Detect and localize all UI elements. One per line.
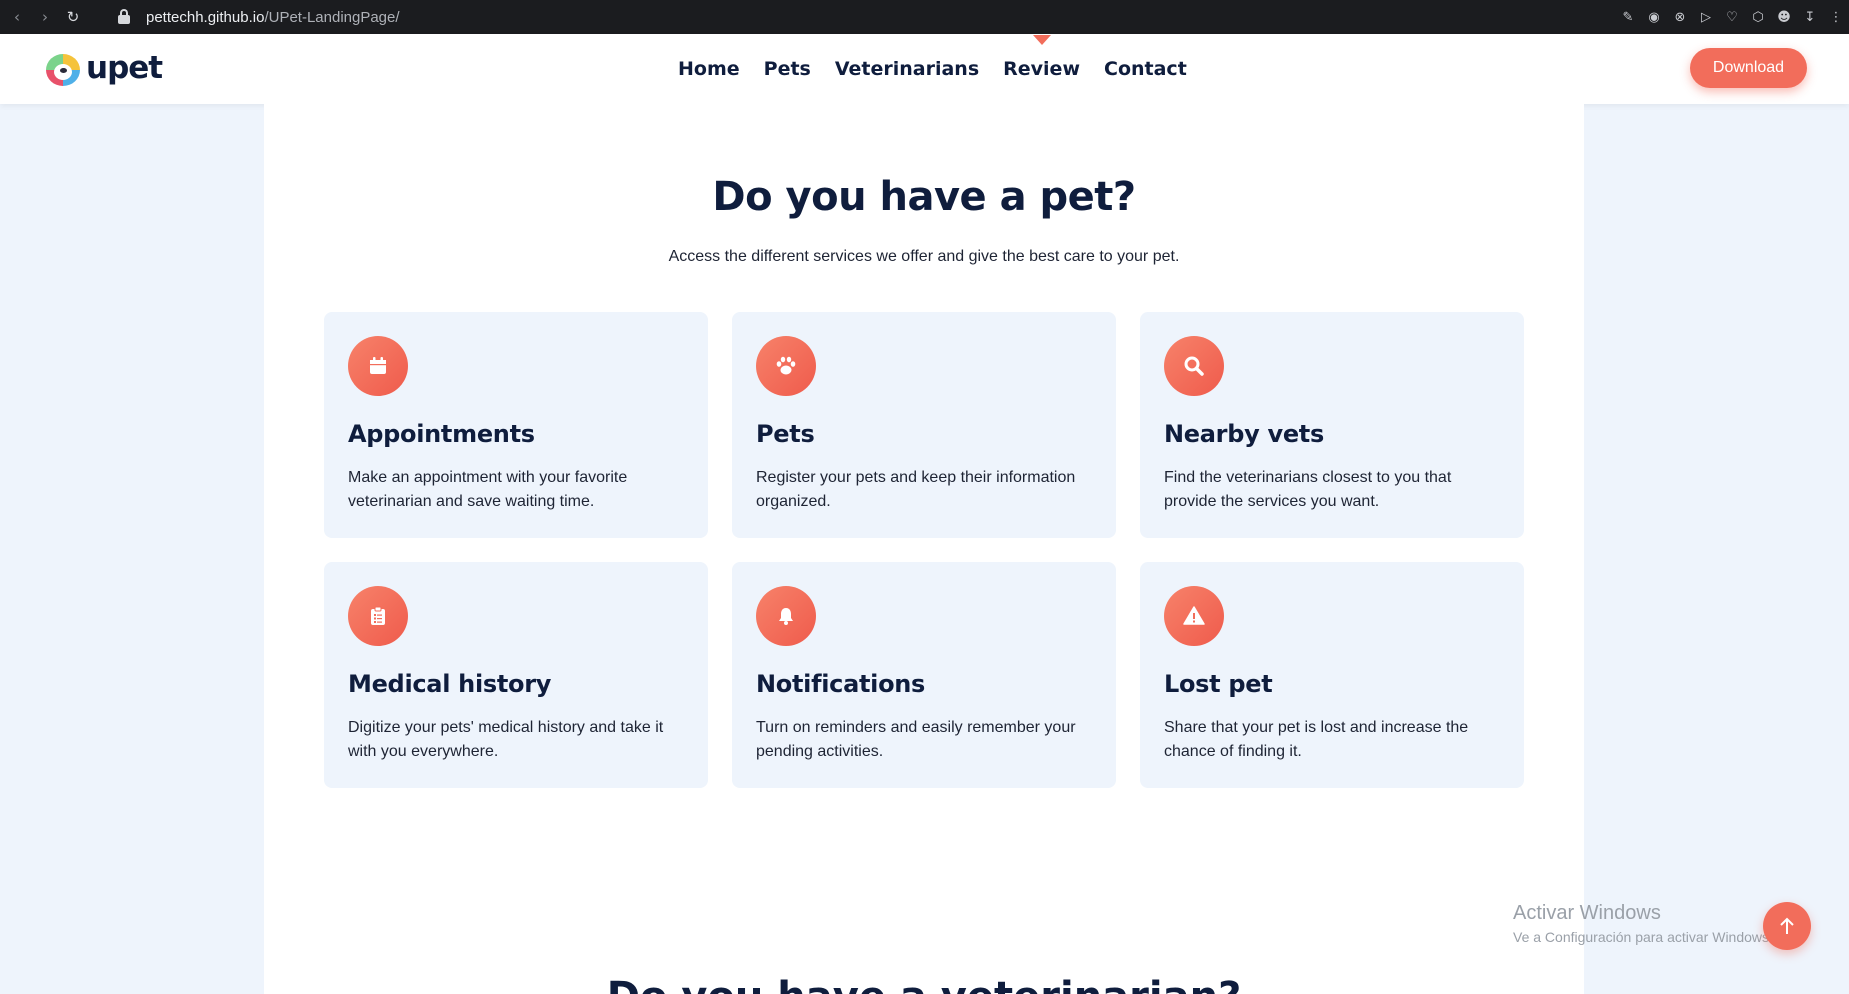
camera-icon[interactable]: ◉ — [1647, 10, 1661, 25]
url-host: pettechh.github.io — [146, 8, 265, 26]
service-card-nearby-vets[interactable]: Nearby vets Find the veterinarians close… — [1140, 312, 1524, 538]
menu-icon[interactable]: ⋮ — [1829, 10, 1843, 25]
card-title: Appointments — [348, 420, 535, 448]
heart-icon[interactable]: ♡ — [1725, 10, 1739, 25]
section-title: Do you have a pet? — [712, 174, 1136, 220]
reload-icon[interactable]: ↻ — [62, 6, 84, 28]
watermark-subtitle: Ve a Configuración para activar Windows. — [1513, 929, 1773, 945]
site-header: upet Home Pets Veterinarians Review Cont… — [0, 34, 1849, 104]
card-text: Make an appointment with your favorite v… — [348, 469, 628, 510]
bell-icon — [756, 586, 816, 646]
calendar-icon — [348, 336, 408, 396]
address-bar[interactable]: pettechh.github.io/UPet-LandingPage/ — [146, 9, 400, 26]
services-section: Do you have a pet? Access the different … — [264, 104, 1584, 994]
nav-contact[interactable]: Contact — [1104, 58, 1187, 80]
lock-icon[interactable] — [118, 9, 130, 25]
nav-home[interactable]: Home — [678, 58, 740, 80]
card-title: Nearby vets — [1164, 420, 1324, 448]
dog-logo-icon — [42, 48, 84, 88]
nav-veterinarians[interactable]: Veterinarians — [835, 58, 979, 80]
browser-toolbar: ‹ › ↻ pettechh.github.io/UPet-LandingPag… — [0, 0, 1849, 34]
scroll-top-button[interactable] — [1763, 902, 1811, 950]
close-circle-icon[interactable]: ⊗ — [1673, 10, 1687, 25]
browser-extension-icons: ✎ ◉ ⊗ ▷ ♡ ⬡ ☻ ↧ ⋮ — [1621, 0, 1843, 34]
nav-pets[interactable]: Pets — [764, 58, 811, 80]
card-text: Share that your pet is lost and increase… — [1164, 719, 1469, 760]
back-icon[interactable]: ‹ — [6, 6, 28, 28]
search-icon — [1164, 336, 1224, 396]
card-text: Register your pets and keep their inform… — [756, 469, 1076, 510]
card-text: Turn on reminders and easily remember yo… — [756, 719, 1076, 760]
card-title: Medical history — [348, 670, 552, 698]
watermark-title: Activar Windows — [1513, 902, 1661, 924]
clipboard-icon — [348, 586, 408, 646]
cube-icon[interactable]: ⬡ — [1751, 10, 1765, 25]
service-card-lost-pet[interactable]: Lost pet Share that your pet is lost and… — [1140, 562, 1524, 788]
section-subtitle: Access the different services we offer a… — [668, 248, 1180, 265]
card-title: Pets — [756, 420, 815, 448]
warning-icon — [1164, 586, 1224, 646]
main-nav: Home Pets Veterinarians Review Contact — [678, 34, 1187, 104]
service-card-notifications[interactable]: Notifications Turn on reminders and easi… — [732, 562, 1116, 788]
card-title: Lost pet — [1164, 670, 1273, 698]
service-cards: Appointments Make an appointment with yo… — [324, 312, 1524, 788]
windows-activation-watermark: Activar Windows Ve a Configuración para … — [1513, 902, 1773, 945]
next-section-title: Do you have a veterinarian? — [264, 974, 1584, 994]
nav-review[interactable]: Review — [1003, 35, 1080, 80]
download-icon[interactable]: ↧ — [1803, 10, 1817, 25]
service-card-pets[interactable]: Pets Register your pets and keep their i… — [732, 312, 1116, 538]
url-path: /UPet-LandingPage/ — [264, 8, 400, 26]
edit-icon[interactable]: ✎ — [1621, 10, 1635, 25]
service-card-medical-history[interactable]: Medical history Digitize your pets' medi… — [324, 562, 708, 788]
download-button[interactable]: Download — [1690, 48, 1807, 88]
card-text: Digitize your pets' medical history and … — [348, 719, 664, 760]
paw-icon — [756, 336, 816, 396]
logo-text: upet — [86, 50, 163, 86]
send-icon[interactable]: ▷ — [1699, 10, 1713, 25]
card-title: Notifications — [756, 670, 926, 698]
forward-icon[interactable]: › — [34, 6, 56, 28]
logo[interactable]: upet — [42, 48, 163, 88]
service-card-appointments[interactable]: Appointments Make an appointment with yo… — [324, 312, 708, 538]
card-text: Find the veterinarians closest to you th… — [1164, 469, 1452, 510]
profile-icon[interactable]: ☻ — [1777, 10, 1791, 25]
arrow-up-icon — [1780, 917, 1794, 934]
